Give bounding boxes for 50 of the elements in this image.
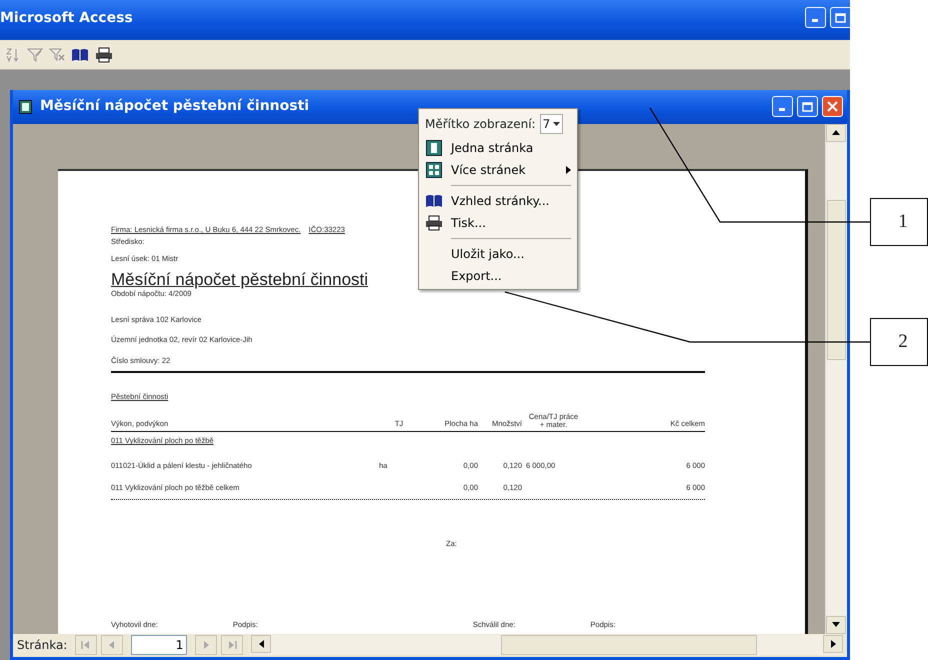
first-page-icon	[81, 640, 92, 650]
window-title: Microsoft Access	[0, 9, 133, 28]
menu-item[interactable]: Uložit jako...	[419, 243, 577, 265]
filter-icon	[27, 46, 43, 62]
down-arrow-icon	[832, 622, 840, 628]
scroll-thumb[interactable]	[827, 200, 846, 360]
scroll-right-button[interactable]	[823, 635, 843, 654]
menu-item[interactable]: Vzhled stránky...	[419, 190, 577, 212]
printer-icon	[95, 46, 113, 62]
minimize-button[interactable]	[772, 96, 793, 118]
maximize-icon	[835, 12, 846, 22]
report-icon	[19, 100, 32, 114]
horizontal-scrollbar[interactable]	[251, 635, 843, 656]
maximize-button[interactable]	[830, 7, 850, 28]
vertical-scrollbar[interactable]	[825, 124, 847, 634]
book-icon	[425, 194, 443, 208]
printer-icon	[425, 215, 443, 231]
scroll-left-button[interactable]	[251, 635, 272, 654]
maximize-button[interactable]	[797, 96, 818, 118]
minimize-button[interactable]	[805, 7, 826, 28]
page-number-field[interactable]: 1	[131, 635, 188, 656]
zoom-value: 7	[542, 116, 550, 133]
right-arrow-icon	[830, 640, 836, 648]
up-arrow-icon	[832, 130, 840, 136]
menu-item[interactable]: Tisk...	[419, 212, 577, 234]
menu-item[interactable]: Jedna stránka	[419, 137, 577, 159]
callout-box: 2	[870, 318, 928, 366]
zoom-label: Měřítko zobrazení:	[425, 116, 536, 133]
callout-box: 1	[870, 198, 928, 246]
single-page-icon	[426, 140, 442, 156]
document-title: Měsíční nápočet pěstební činnosti	[40, 97, 310, 116]
next-icon	[201, 640, 212, 650]
last-page-icon	[227, 640, 238, 650]
scroll-down-button[interactable]	[826, 616, 846, 634]
filter-remove-icon	[49, 46, 65, 62]
menu-item[interactable]: Export...	[419, 265, 577, 287]
maximize-icon	[802, 102, 813, 112]
zoom-combobox[interactable]: 7	[540, 114, 564, 134]
multi-page-icon	[426, 162, 442, 178]
sort-icon	[5, 46, 21, 62]
menu-item[interactable]: Více stránek	[419, 159, 577, 181]
close-icon	[827, 101, 838, 112]
close-button[interactable]	[822, 96, 843, 118]
scroll-up-button[interactable]	[826, 124, 846, 142]
report-title: Měsíční nápočet pěstební činnosti	[111, 271, 368, 290]
page-label: Stránka:	[17, 637, 68, 654]
left-arrow-icon	[258, 640, 264, 648]
dropdown-icon	[553, 122, 560, 126]
book-icon	[71, 48, 89, 62]
scroll-thumb[interactable]	[501, 635, 758, 656]
